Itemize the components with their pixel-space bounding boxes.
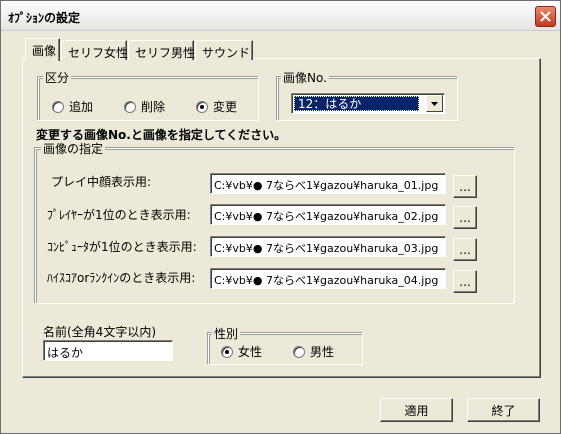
name-label: 名前(全角4文字以内) bbox=[43, 325, 156, 339]
radio-male[interactable]: 男性 bbox=[293, 343, 334, 360]
tab-sound[interactable]: サウンド bbox=[195, 40, 253, 60]
row4-label: ﾊｲｽｺｱorﾗﾝｸｲﾝのとき表示用: bbox=[47, 271, 196, 285]
section-group-label: 区分 bbox=[43, 69, 72, 86]
row2-label: ﾌﾟﾚｲﾔｰが1位のとき表示用: bbox=[47, 208, 191, 222]
dropdown-button[interactable] bbox=[426, 95, 443, 112]
tab-image[interactable]: 画像 bbox=[25, 38, 60, 61]
image-no-select[interactable]: 12：はるか bbox=[291, 93, 445, 114]
chevron-down-icon bbox=[431, 101, 438, 106]
row1-browse-button[interactable]: ... bbox=[453, 175, 477, 198]
radio-delete[interactable]: 削除 bbox=[124, 98, 165, 115]
title-bar: ｵﾌﾟｼｮﾝの設定 bbox=[1, 1, 560, 31]
image-spec-label: 画像の指定 bbox=[41, 140, 106, 157]
row1-path-input[interactable]: C:¥vb¥● 7ならべ1¥gazou¥haruka_01.jpg bbox=[210, 173, 446, 194]
close-icon bbox=[540, 11, 551, 22]
radio-change[interactable]: 変更 bbox=[196, 98, 237, 115]
close-window-button[interactable] bbox=[535, 6, 556, 27]
image-no-label: 画像No. bbox=[281, 69, 329, 86]
name-input[interactable]: はるか bbox=[43, 340, 173, 361]
window-title: ｵﾌﾟｼｮﾝの設定 bbox=[8, 11, 81, 25]
row3-label: ｺﾝﾋﾟｭｰﾀが1位のとき表示用: bbox=[47, 240, 197, 254]
radio-add[interactable]: 追加 bbox=[52, 98, 93, 115]
row1-label: プレイ中顔表示用: bbox=[51, 175, 152, 189]
tab-female-lines[interactable]: セリフ女性 bbox=[61, 40, 128, 60]
radio-female[interactable]: 女性 bbox=[221, 343, 262, 360]
row4-path-input[interactable]: C:¥vb¥● 7ならべ1¥gazou¥haruka_04.jpg bbox=[210, 268, 446, 289]
row3-path-input[interactable]: C:¥vb¥● 7ならべ1¥gazou¥haruka_03.jpg bbox=[210, 236, 446, 257]
row2-path-input[interactable]: C:¥vb¥● 7ならべ1¥gazou¥haruka_02.jpg bbox=[210, 204, 446, 225]
options-dialog: ｵﾌﾟｼｮﾝの設定 画像 セリフ女性 セリフ男性 サウンド 区分 追加 削除 変… bbox=[0, 0, 561, 434]
close-button[interactable]: 終了 bbox=[467, 398, 540, 422]
gender-group-label: 性別 bbox=[212, 325, 241, 342]
tab-male-lines[interactable]: セリフ男性 bbox=[128, 40, 195, 60]
row4-browse-button[interactable]: ... bbox=[453, 270, 477, 293]
apply-button[interactable]: 適用 bbox=[380, 398, 453, 422]
row2-browse-button[interactable]: ... bbox=[453, 206, 477, 229]
row3-browse-button[interactable]: ... bbox=[453, 238, 477, 261]
image-no-selected-value: 12：はるか bbox=[294, 96, 419, 111]
